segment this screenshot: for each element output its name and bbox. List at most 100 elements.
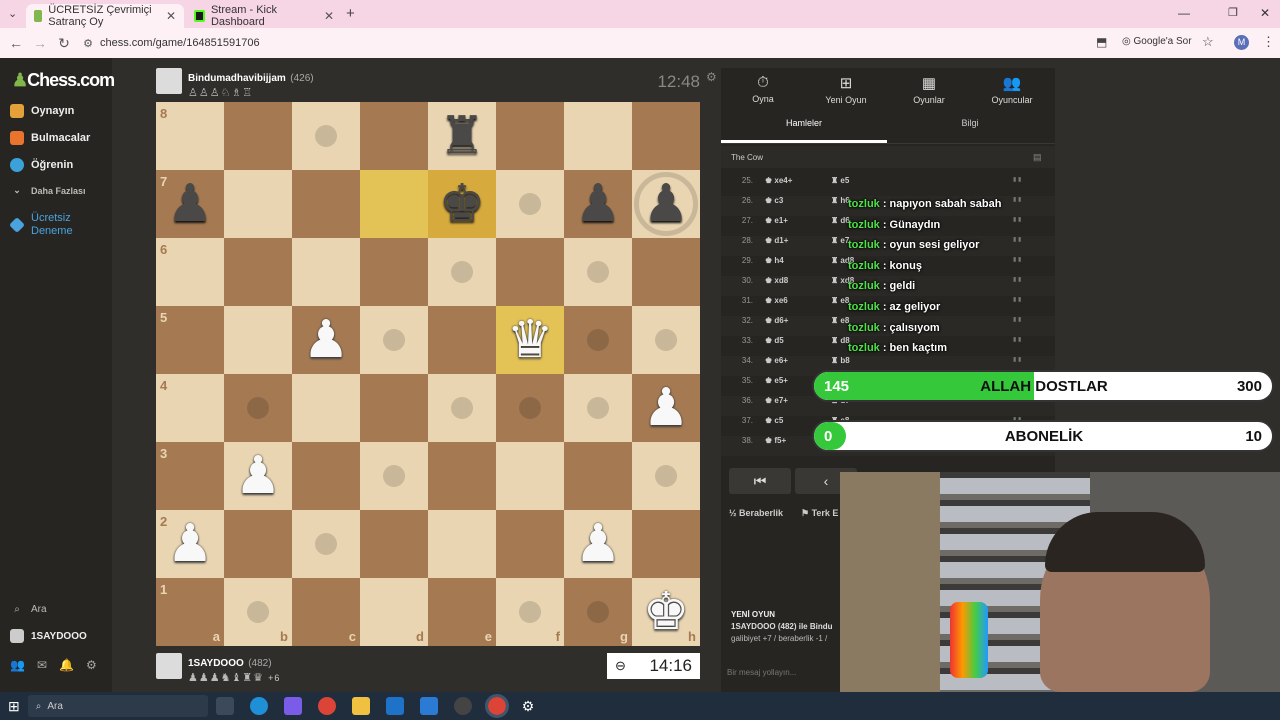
friends-icon[interactable]: 👥 — [10, 658, 25, 672]
top-player-name[interactable]: Bindumadhavibijjam — [188, 73, 286, 84]
square-a3[interactable]: 3 — [156, 442, 224, 510]
square-f7[interactable] — [496, 170, 564, 238]
square-e3[interactable] — [428, 442, 496, 510]
black-move[interactable]: ♜ b8 — [831, 356, 850, 365]
white-piece-h4-icon[interactable]: ♟ — [643, 382, 690, 434]
browser-tab-chess[interactable]: ÜCRETSİZ Çevrimiçi Satranç Oy ✕ — [26, 4, 184, 28]
google-ask-button[interactable]: ◎ Google'a Sor — [1122, 36, 1192, 47]
square-b7[interactable] — [224, 170, 292, 238]
chat-message-input[interactable]: Bir mesaj yollayın... — [725, 662, 841, 684]
sidebar-item-puzzles[interactable]: Bulmacalar — [10, 131, 90, 145]
black-move[interactable]: ♜ e8 — [831, 296, 849, 305]
square-a4[interactable]: 4 — [156, 374, 224, 442]
square-e5[interactable] — [428, 306, 496, 374]
square-d8[interactable] — [360, 102, 428, 170]
copilot-icon[interactable] — [283, 697, 302, 715]
first-move-button[interactable]: ⏮ — [729, 468, 791, 494]
white-piece-c5-icon[interactable]: ♟ — [303, 314, 350, 366]
square-f3[interactable] — [496, 442, 564, 510]
profile-avatar[interactable]: M — [1234, 35, 1249, 50]
white-piece-f5-icon[interactable]: ♛ — [507, 314, 554, 366]
capture-ring[interactable] — [634, 172, 698, 236]
windows-start-icon[interactable]: ⊞ — [8, 698, 20, 715]
draw-button[interactable]: ½ Beraberlik — [729, 508, 783, 518]
subtab-moves[interactable]: Hamleler — [721, 118, 887, 128]
square-b8[interactable] — [224, 102, 292, 170]
forward-icon[interactable]: → — [28, 35, 52, 51]
square-c8[interactable] — [292, 102, 360, 170]
bottom-player-avatar[interactable] — [156, 653, 182, 679]
mail-icon[interactable]: ✉ — [37, 658, 47, 672]
square-b6[interactable] — [224, 238, 292, 306]
square-c1[interactable]: c — [292, 578, 360, 646]
square-g3[interactable] — [564, 442, 632, 510]
book-icon[interactable]: ▤ — [1033, 152, 1042, 163]
black-move[interactable]: ♜ e5 — [831, 176, 849, 185]
chess-board[interactable]: 8 ♜ 7 ♟ ♚ ♟ ♟ 6 5 ♟ ♛ 4 ♟ 3 ♟ 2 ♟ ♟ 1 a b c d e f g h ♚ — [156, 102, 700, 646]
square-h7[interactable]: ♟ — [632, 170, 700, 238]
square-b5[interactable] — [224, 306, 292, 374]
settings-gear-icon[interactable]: ⚙ — [86, 658, 97, 672]
square-e4[interactable] — [428, 374, 496, 442]
sidebar-item-learn[interactable]: Öğrenin — [10, 158, 73, 172]
top-player-avatar[interactable] — [156, 68, 182, 94]
square-d2[interactable] — [360, 510, 428, 578]
square-h8[interactable] — [632, 102, 700, 170]
install-app-icon[interactable]: ⬒ — [1096, 35, 1107, 49]
legal-move-dot[interactable] — [451, 397, 473, 419]
white-piece-b3-icon[interactable]: ♟ — [235, 450, 282, 502]
white-piece-g2-icon[interactable]: ♟ — [575, 518, 622, 570]
task-view-icon[interactable] — [215, 697, 234, 715]
white-move[interactable]: ♚ xe4+ — [765, 176, 792, 185]
chrome-icon[interactable] — [317, 697, 336, 715]
bookmark-star-icon[interactable]: ☆ — [1202, 34, 1214, 50]
browser-tab-kick[interactable]: Stream - Kick Dashboard ✕ — [186, 4, 342, 28]
outlook-icon[interactable] — [385, 697, 404, 715]
square-f5[interactable]: ♛ — [496, 306, 564, 374]
bottom-player-name[interactable]: 1SAYDOOO — [188, 658, 244, 669]
square-f8[interactable] — [496, 102, 564, 170]
white-move[interactable]: ♚ c5 — [765, 416, 783, 425]
legal-move-dot[interactable] — [315, 125, 337, 147]
square-b3[interactable]: ♟ — [224, 442, 292, 510]
edge-icon[interactable] — [249, 697, 268, 715]
square-h3[interactable] — [632, 442, 700, 510]
reload-icon[interactable]: ↻ — [52, 35, 76, 52]
legal-move-dot[interactable] — [451, 261, 473, 283]
sidebar-item-play[interactable]: Oynayın — [10, 104, 74, 118]
square-c3[interactable] — [292, 442, 360, 510]
white-piece-h1-icon[interactable]: ♚ — [643, 586, 690, 638]
white-move[interactable]: ♚ c3 — [765, 196, 783, 205]
white-move[interactable]: ♚ d6+ — [765, 316, 788, 325]
new-tab-button[interactable]: + — [346, 5, 355, 22]
legal-move-dot[interactable] — [655, 465, 677, 487]
legal-move-dot[interactable] — [587, 329, 609, 351]
close-window-icon[interactable]: ✕ — [1260, 6, 1270, 20]
square-b2[interactable] — [224, 510, 292, 578]
settings-gear-icon[interactable]: ⚙ — [522, 698, 535, 715]
white-move[interactable]: ♚ e5+ — [765, 376, 788, 385]
store-icon[interactable] — [419, 697, 438, 715]
bell-icon[interactable]: 🔔 — [59, 658, 74, 672]
tab-new-game[interactable]: ⊞ Yeni Oyun — [806, 74, 886, 105]
black-move[interactable]: ♜ e7 — [831, 236, 849, 245]
sidebar-item-free-trial[interactable]: Ücretsiz Deneme — [9, 212, 91, 238]
square-e2[interactable] — [428, 510, 496, 578]
square-g5[interactable] — [564, 306, 632, 374]
white-move[interactable]: ♚ f5+ — [765, 436, 786, 445]
square-h4[interactable]: ♟ — [632, 374, 700, 442]
square-a5[interactable]: 5 — [156, 306, 224, 374]
square-d1[interactable]: d — [360, 578, 428, 646]
black-move[interactable]: ♜ d8 — [831, 336, 850, 345]
opening-name[interactable]: The Cow — [731, 153, 763, 162]
white-move[interactable]: ♚ h4 — [765, 256, 784, 265]
black-move[interactable]: ♜ d6 — [831, 216, 850, 225]
white-move[interactable]: ♚ e7+ — [765, 396, 788, 405]
square-h6[interactable] — [632, 238, 700, 306]
close-tab-icon[interactable]: ✕ — [166, 9, 176, 23]
black-piece-g7-icon[interactable]: ♟ — [575, 178, 622, 230]
close-tab-icon[interactable]: ✕ — [324, 9, 334, 23]
square-h5[interactable] — [632, 306, 700, 374]
square-c7[interactable] — [292, 170, 360, 238]
square-c5[interactable]: ♟ — [292, 306, 360, 374]
